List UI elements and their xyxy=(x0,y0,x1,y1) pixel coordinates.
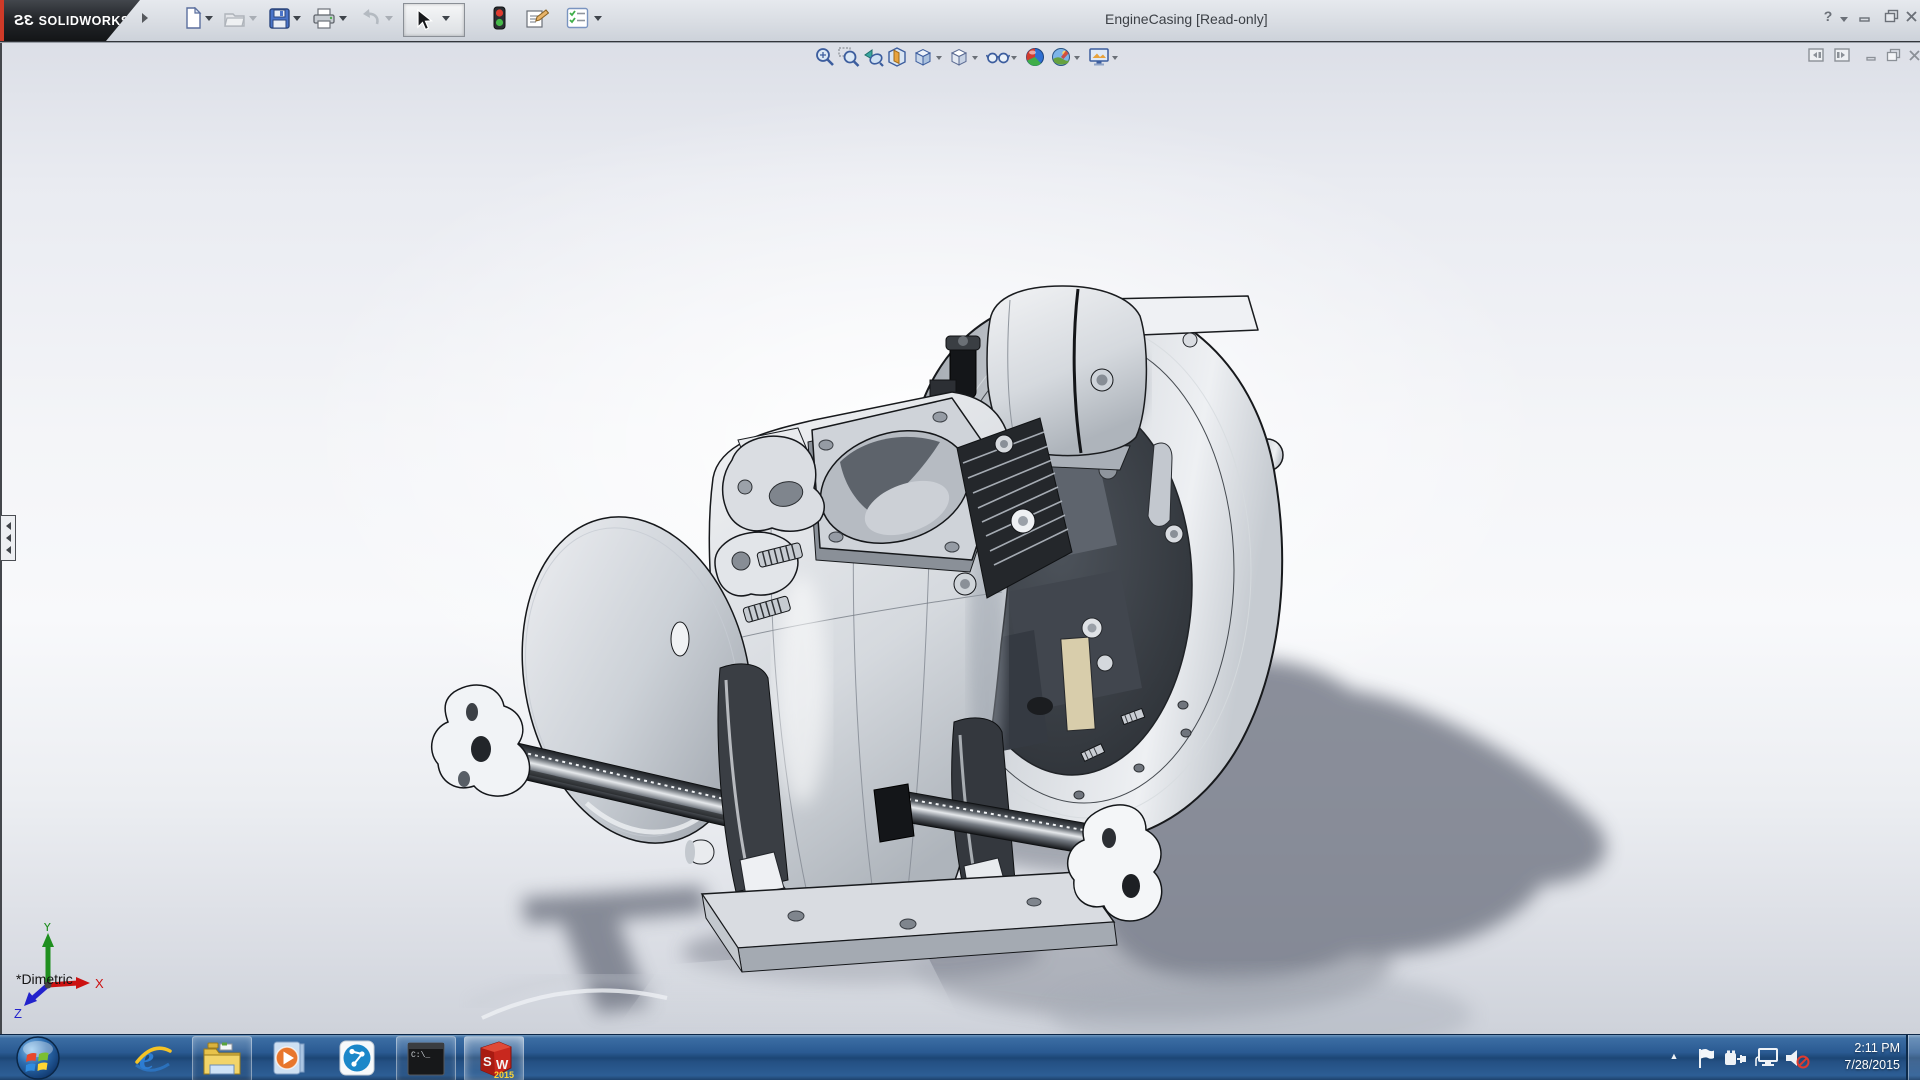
collapse-pane-left-button[interactable] xyxy=(1808,47,1824,63)
triad-x-label: X xyxy=(95,976,104,991)
internet-explorer-icon: e xyxy=(133,1038,173,1078)
media-player-icon xyxy=(270,1039,308,1077)
clock-date: 7/28/2015 xyxy=(1822,1057,1900,1074)
triad-y-label: Y xyxy=(43,923,52,934)
solidworks-window: ЗS SOLIDWORKS xyxy=(0,0,1920,1080)
volume-muted-icon[interactable] xyxy=(1784,1047,1810,1069)
previous-view-icon xyxy=(862,46,884,68)
taskbar-internet-explorer[interactable]: e xyxy=(124,1036,182,1080)
display-style-button[interactable] xyxy=(948,46,972,70)
show-hidden-icons-button[interactable]: ▲ xyxy=(1666,1051,1682,1065)
view-orientation-button[interactable] xyxy=(912,46,936,70)
doc-minimize-icon xyxy=(1865,49,1878,62)
action-center-flag-icon[interactable] xyxy=(1696,1047,1716,1069)
share-network-icon xyxy=(338,1039,376,1077)
zoom-to-fit-button[interactable] xyxy=(814,46,838,70)
zoom-to-area-button[interactable] xyxy=(838,46,862,70)
appearance-ball-icon xyxy=(1024,46,1046,68)
doc-close-icon xyxy=(1908,49,1920,62)
view-orientation-icon xyxy=(912,46,934,68)
eyeglasses-icon xyxy=(986,46,1010,68)
collapse-arrow-icon xyxy=(2,534,11,542)
taskbar-clock[interactable]: 2:11 PM 7/28/2015 xyxy=(1822,1040,1900,1074)
featuremanager-collapsed-tab[interactable] xyxy=(0,515,16,561)
windows-taskbar: e xyxy=(0,1034,1920,1080)
hide-show-items-button[interactable] xyxy=(986,46,1010,70)
view-settings-caret[interactable] xyxy=(1112,56,1118,63)
hide-show-items-caret[interactable] xyxy=(1011,56,1017,63)
view-orientation-caret[interactable] xyxy=(936,56,942,63)
taskbar-solidworks-2015[interactable]: S W 2015 xyxy=(464,1036,524,1080)
start-button[interactable] xyxy=(14,1035,62,1080)
svg-text:C:\_: C:\_ xyxy=(411,1051,430,1060)
solidworks-2015-icon: S W 2015 xyxy=(473,1038,515,1080)
edit-appearance-button[interactable] xyxy=(1024,46,1048,70)
apply-scene-button[interactable] xyxy=(1050,46,1074,70)
doc-close-button[interactable] xyxy=(1906,47,1920,63)
display-style-icon xyxy=(948,46,970,68)
collapse-arrow-icon xyxy=(2,522,11,530)
taskbar-command-prompt[interactable]: C:\_ xyxy=(396,1036,456,1080)
disc-hole xyxy=(671,622,689,656)
graphics-viewport[interactable]: Y X Z *Dimetric xyxy=(0,43,1920,1034)
headsup-view-toolbar xyxy=(2,41,1920,75)
view-orientation-label: *Dimetric xyxy=(16,971,73,987)
svg-text:2015: 2015 xyxy=(494,1070,514,1080)
doc-restore-icon xyxy=(1886,48,1901,62)
pane-left-icon xyxy=(1808,47,1824,63)
view-settings-button[interactable] xyxy=(1088,46,1112,70)
doc-restore-button[interactable] xyxy=(1884,47,1902,63)
triad-z-label: Z xyxy=(14,1006,22,1021)
engine-casing-model xyxy=(2,0,1920,1080)
collapse-arrow-icon xyxy=(2,546,11,554)
power-plug-icon[interactable] xyxy=(1724,1048,1748,1068)
view-settings-icon xyxy=(1088,46,1111,68)
folder-icon xyxy=(202,1041,242,1077)
collapse-pane-right-button[interactable] xyxy=(1834,47,1850,63)
command-prompt-icon: C:\_ xyxy=(407,1042,445,1076)
zoom-to-fit-icon xyxy=(814,46,836,68)
apply-scene-caret[interactable] xyxy=(1074,56,1080,63)
pane-right-icon xyxy=(1834,47,1850,63)
display-style-caret[interactable] xyxy=(972,56,978,63)
previous-view-button[interactable] xyxy=(862,46,886,70)
section-view-button[interactable] xyxy=(886,46,910,70)
section-view-icon xyxy=(886,46,908,68)
network-icon[interactable] xyxy=(1754,1048,1780,1068)
windows-start-orb-icon xyxy=(14,1035,62,1080)
zoom-to-area-icon xyxy=(838,46,860,68)
doc-minimize-button[interactable] xyxy=(1862,47,1880,63)
taskbar-messenger-app[interactable] xyxy=(328,1036,386,1080)
clock-time: 2:11 PM xyxy=(1822,1040,1900,1057)
taskbar-media-player[interactable] xyxy=(260,1036,318,1080)
show-desktop-button[interactable] xyxy=(1906,1035,1920,1080)
svg-text:S: S xyxy=(483,1054,492,1069)
taskbar-windows-explorer[interactable] xyxy=(192,1036,252,1080)
apply-scene-icon xyxy=(1050,46,1072,68)
